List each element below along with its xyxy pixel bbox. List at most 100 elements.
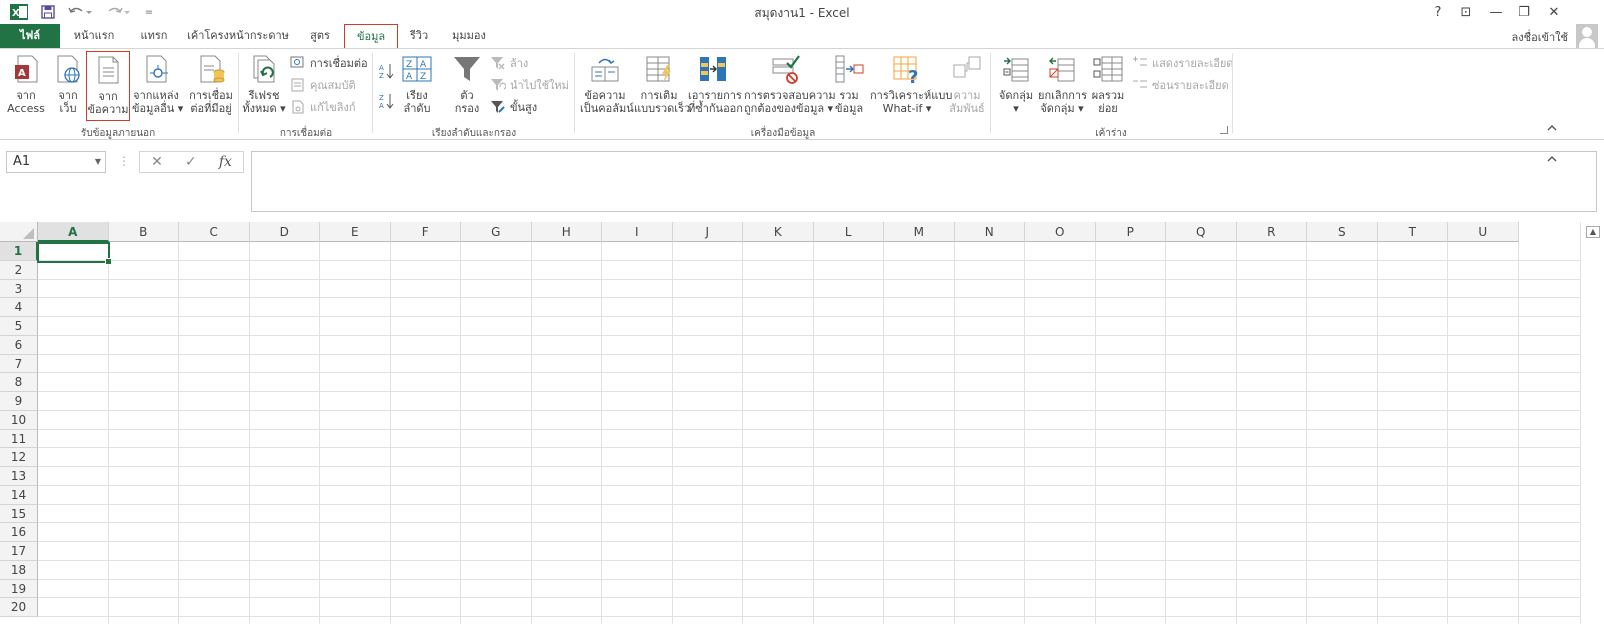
what-if-icon: ? — [891, 53, 923, 88]
row-header[interactable]: 14 — [0, 485, 38, 505]
row-header[interactable]: 8 — [0, 373, 38, 392]
column-header[interactable]: K — [743, 222, 814, 242]
tab-data[interactable]: ข้อมูล — [344, 24, 398, 49]
scroll-up-icon[interactable]: ▲ — [1586, 226, 1600, 238]
row-header[interactable]: 2 — [0, 260, 38, 280]
avatar[interactable] — [1576, 24, 1598, 48]
filter-button[interactable]: ตัว กรอง — [450, 53, 484, 115]
column-header[interactable]: T — [1377, 222, 1448, 242]
row-header[interactable]: 6 — [0, 335, 38, 355]
row-header[interactable]: 3 — [0, 279, 38, 299]
clear-filter-button[interactable]: ล้าง — [490, 54, 528, 72]
restore-button[interactable]: ❐ — [1510, 2, 1538, 22]
column-header[interactable]: M — [884, 222, 955, 242]
column-header[interactable]: J — [672, 222, 743, 242]
column-header[interactable]: F — [390, 222, 461, 242]
row-header[interactable]: 20 — [0, 598, 38, 617]
data-validation-button[interactable]: การตรวจสอบความ ถูกต้องของข้อมูล ▾ — [744, 53, 836, 115]
row-header[interactable]: 9 — [0, 392, 38, 411]
worksheet-grid[interactable]: ABCDEFGHIJKLMNOPQRSTU 1 2 3 4 5 6 7 8 9 10 11 12 13 1… — [0, 222, 1580, 624]
chevron-down-icon[interactable]: ▼ — [95, 152, 101, 172]
tab-page-layout[interactable]: เค้าโครงหน้ากระดาษ — [186, 24, 290, 48]
active-cell[interactable] — [37, 242, 112, 265]
close-button[interactable]: ✕ — [1540, 2, 1568, 22]
column-header[interactable]: U — [1448, 222, 1519, 242]
dialog-launcher-icon[interactable] — [1220, 126, 1228, 134]
text-to-columns-button[interactable]: ข้อความ เป็นคอลัมน์ — [580, 53, 634, 115]
from-web-button[interactable]: จาก เว็บ — [50, 53, 86, 115]
properties-button[interactable]: คุณสมบัติ — [290, 76, 356, 94]
sign-in-link[interactable]: ลงชื่อเข้าใช้ — [1512, 28, 1568, 46]
column-header[interactable]: L — [813, 222, 884, 242]
group-button[interactable]: จัดกลุ่ม ▾ — [996, 53, 1036, 115]
column-header[interactable]: B — [108, 222, 179, 242]
column-header[interactable]: C — [179, 222, 250, 242]
show-detail-button[interactable]: แสดงรายละเอียด — [1132, 54, 1233, 72]
remove-duplicates-button[interactable]: เอารายการ ที่ซ้ำกันออก — [688, 53, 743, 115]
row-header[interactable]: 12 — [0, 448, 38, 467]
column-header[interactable]: G — [461, 222, 532, 242]
select-all-corner[interactable] — [0, 222, 38, 242]
sort-a-to-z-button[interactable]: AZ — [378, 61, 398, 80]
column-header[interactable]: Q — [1166, 222, 1237, 242]
sort-z-to-a-button[interactable]: ZA — [378, 91, 398, 110]
column-header[interactable]: S — [1307, 222, 1378, 242]
reapply-button[interactable]: นำไปใช้ใหม่ — [490, 76, 569, 94]
column-header[interactable]: N — [954, 222, 1025, 242]
refresh-all-button[interactable]: รีเฟรช ทั้งหมด ▾ — [242, 53, 286, 115]
existing-connections-button[interactable]: การเชื่อม ต่อที่มีอยู่ — [188, 53, 234, 115]
tab-file[interactable]: ไฟล์ — [0, 24, 60, 48]
column-header[interactable]: A — [38, 222, 109, 242]
tab-review[interactable]: รีวิว — [404, 24, 434, 48]
row-header[interactable]: 18 — [0, 560, 38, 580]
minimize-button[interactable]: — — [1482, 2, 1510, 22]
column-header[interactable]: R — [1236, 222, 1307, 242]
column-header[interactable]: P — [1095, 222, 1166, 242]
help-button[interactable]: ? — [1424, 2, 1452, 22]
row-header[interactable]: 7 — [0, 354, 38, 374]
flash-fill-button[interactable]: การเติม แบบรวดเร็ว — [634, 53, 690, 115]
expand-formula-bar-icon[interactable] — [1546, 154, 1558, 164]
row-header[interactable]: 10 — [0, 410, 38, 430]
name-box[interactable]: A1 ▼ — [6, 151, 106, 173]
from-text-button[interactable]: จาก ข้อความ — [86, 51, 130, 121]
row-header[interactable]: 16 — [0, 523, 38, 542]
insert-function-icon[interactable]: fx — [219, 154, 232, 170]
subtotal-button[interactable]: ผลรวม ย่อย — [1090, 53, 1126, 115]
enter-entry-icon[interactable]: ✓ — [185, 154, 197, 170]
from-access-button[interactable]: A จาก Access — [6, 53, 46, 115]
column-header[interactable]: O — [1025, 222, 1096, 242]
sort-button[interactable]: ZAAZ เรียง ลำดับ — [400, 53, 434, 115]
formula-bar-splitter-icon[interactable]: ⋮ — [118, 154, 130, 168]
column-header[interactable]: D — [249, 222, 320, 242]
tab-insert[interactable]: แทรก — [132, 24, 176, 48]
column-header[interactable]: H — [531, 222, 602, 242]
column-header[interactable]: I — [602, 222, 673, 242]
row-header[interactable]: 4 — [0, 298, 38, 317]
tab-formulas[interactable]: สูตร — [302, 24, 338, 48]
edit-links-button[interactable]: แก้ไขลิงก์ — [290, 98, 356, 116]
formula-input[interactable] — [251, 151, 1597, 212]
row-header[interactable]: 15 — [0, 504, 38, 524]
ungroup-button[interactable]: ยกเลิกการ จัดกลุ่ม ▾ — [1038, 53, 1087, 115]
connections-button[interactable]: การเชื่อมต่อ — [290, 54, 368, 72]
ribbon-display-options-button[interactable]: ⊡ — [1452, 2, 1480, 22]
collapse-ribbon-icon[interactable] — [1546, 123, 1558, 133]
relationships-button[interactable]: ความ สัมพันธ์ — [948, 53, 986, 115]
row-header[interactable]: 1 — [0, 242, 38, 261]
advanced-filter-button[interactable]: ขั้นสูง — [490, 98, 537, 116]
cancel-entry-icon[interactable]: ✕ — [151, 154, 163, 170]
hide-detail-button[interactable]: ซ่อนรายละเอียด — [1132, 76, 1229, 94]
tab-view[interactable]: มุมมอง — [446, 24, 492, 48]
tab-home[interactable]: หน้าแรก — [68, 24, 120, 48]
what-if-analysis-button[interactable]: ? การวิเคราะห์แบบ What-if ▾ — [870, 53, 952, 115]
row-header[interactable]: 13 — [0, 467, 38, 486]
from-other-sources-button[interactable]: จากแหล่ง ข้อมูลอื่น ▾ — [132, 53, 183, 115]
row-header[interactable]: 11 — [0, 429, 38, 449]
row-header[interactable]: 5 — [0, 317, 38, 336]
column-header[interactable]: E — [320, 222, 391, 242]
consolidate-button[interactable]: รวม ข้อมูล — [832, 53, 866, 115]
row-header[interactable]: 17 — [0, 542, 38, 561]
row-header[interactable]: 19 — [0, 579, 38, 599]
vertical-scrollbar[interactable]: ▲ — [1580, 222, 1604, 624]
